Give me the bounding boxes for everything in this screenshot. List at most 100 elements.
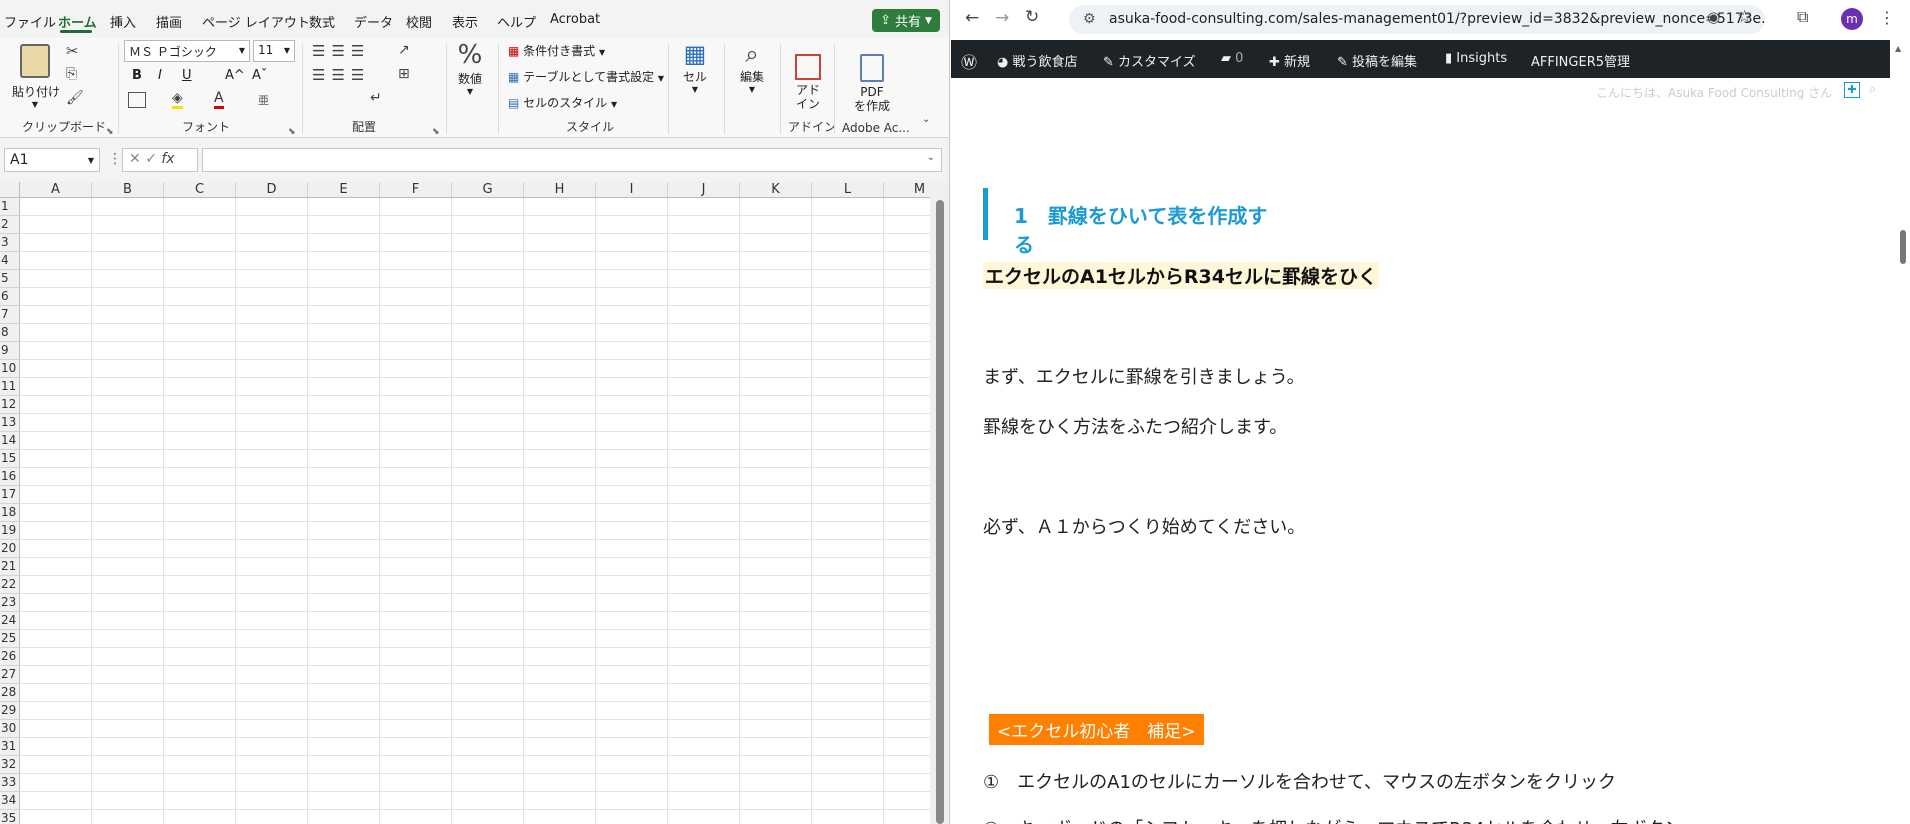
column-header[interactable]: H	[524, 182, 596, 198]
phonetic-icon[interactable]: 亜	[258, 92, 269, 108]
editing-button[interactable]: ⌕ 編集 ▼	[732, 40, 772, 94]
row-header[interactable]: 18	[0, 504, 20, 522]
row-header[interactable]: 30	[0, 720, 20, 738]
addins-button[interactable]: アド イン	[788, 40, 828, 125]
row-header[interactable]: 28	[0, 684, 20, 702]
row-header[interactable]: 1	[0, 198, 20, 216]
tab-draw[interactable]: 描画	[156, 12, 182, 31]
wordpress-icon[interactable]: Ⓦ	[961, 49, 977, 73]
address-bar[interactable]: ⚙ asuka-food-consulting.com/sales-manage…	[1069, 5, 1765, 34]
reload-icon[interactable]: ↻	[1025, 7, 1039, 27]
row-header[interactable]: 3	[0, 234, 20, 252]
launcher-icon[interactable]: ⬊	[432, 127, 440, 137]
cancel-icon[interactable]: ✕	[129, 151, 141, 167]
cut-icon[interactable]: ✂	[66, 42, 79, 60]
formula-input[interactable]: ⌄	[202, 148, 942, 172]
row-header[interactable]: 5	[0, 270, 20, 288]
bold-button[interactable]: B	[132, 68, 142, 83]
scroll-up-icon[interactable]: ▲	[1895, 44, 1901, 53]
row-header[interactable]: 10	[0, 360, 20, 378]
column-header[interactable]: J	[668, 182, 740, 198]
eye-off-icon[interactable]: ◉	[1707, 8, 1720, 26]
grow-font-button[interactable]: A^	[225, 68, 245, 83]
edit-post-link[interactable]: ✎ 投稿を編集	[1337, 51, 1417, 70]
tab-view[interactable]: 表示	[452, 12, 478, 31]
format-as-table-button[interactable]: ▦ テーブルとして書式設定 ▼	[508, 68, 664, 85]
column-header[interactable]: L	[812, 182, 884, 198]
row-header[interactable]: 9	[0, 342, 20, 360]
row-header[interactable]: 29	[0, 702, 20, 720]
row-header[interactable]: 27	[0, 666, 20, 684]
column-header[interactable]: D	[236, 182, 308, 198]
site-name-link[interactable]: ◕ 戦う飲食店	[997, 51, 1078, 70]
column-header[interactable]: E	[308, 182, 380, 198]
name-box[interactable]: A1 ▼	[4, 148, 100, 172]
affinger-link[interactable]: AFFINGER5管理	[1531, 51, 1630, 70]
row-header[interactable]: 34	[0, 792, 20, 810]
row-header[interactable]: 33	[0, 774, 20, 792]
font-family-select[interactable]: ＭＳ Ｐゴシック ▼	[124, 40, 250, 62]
back-icon[interactable]: ←	[965, 8, 979, 28]
search-icon[interactable]: ⌕	[1869, 82, 1876, 97]
format-painter-icon[interactable]: 🖌	[66, 90, 84, 106]
tab-review[interactable]: 校閲	[406, 12, 432, 31]
row-header[interactable]: 4	[0, 252, 20, 270]
page-scroll-thumb[interactable]	[1900, 230, 1906, 264]
row-header[interactable]: 2	[0, 216, 20, 234]
site-info-icon[interactable]: ⚙	[1083, 11, 1096, 27]
tab-acrobat[interactable]: Acrobat	[550, 12, 600, 27]
vertical-scroll-thumb[interactable]	[936, 200, 944, 824]
horizontal-align-icons[interactable]: ☰☰☰	[312, 66, 370, 84]
font-color-icon[interactable]: A	[214, 90, 224, 109]
merge-icon[interactable]: ⊞	[398, 66, 410, 82]
wrap-text-icon[interactable]: ↵	[370, 90, 382, 106]
paste-button[interactable]: 貼り付け ▼	[12, 44, 60, 109]
row-header[interactable]: 6	[0, 288, 20, 306]
column-header[interactable]: G	[452, 182, 524, 198]
row-header[interactable]: 16	[0, 468, 20, 486]
shrink-font-button[interactable]: Aˇ	[252, 68, 267, 83]
launcher-icon[interactable]: ⬊	[106, 127, 114, 137]
row-header[interactable]: 24	[0, 612, 20, 630]
row-header[interactable]: 19	[0, 522, 20, 540]
page-scrollbar[interactable]	[1890, 40, 1910, 824]
fill-color-icon[interactable]: ◈	[172, 90, 183, 109]
row-header[interactable]: 25	[0, 630, 20, 648]
customize-link[interactable]: ✎ カスタマイズ	[1103, 51, 1196, 70]
tab-file[interactable]: ファイル	[4, 12, 56, 31]
tab-help[interactable]: ヘルプ	[497, 12, 536, 31]
select-all-corner[interactable]	[0, 182, 20, 198]
row-header[interactable]: 13	[0, 414, 20, 432]
cell-styles-button[interactable]: ▤ セルのスタイル ▼	[508, 94, 617, 111]
tab-page-layout[interactable]: ページ レイアウト	[202, 12, 310, 31]
orientation-icon[interactable]: ↗	[398, 42, 410, 58]
vertical-align-icons[interactable]: ☰☰☰	[312, 42, 370, 60]
row-header[interactable]: 7	[0, 306, 20, 324]
star-icon[interactable]: ☆	[1737, 7, 1752, 27]
italic-button[interactable]: I	[158, 68, 162, 83]
number-format-button[interactable]: % 数値 ▼	[452, 40, 488, 96]
plus-square-icon[interactable]: ✚	[1844, 82, 1860, 98]
column-header[interactable]: C	[164, 182, 236, 198]
row-header[interactable]: 21	[0, 558, 20, 576]
row-header[interactable]: 35	[0, 810, 20, 824]
tab-formulas[interactable]: 数式	[309, 12, 335, 31]
borders-icon[interactable]	[128, 92, 146, 108]
row-header[interactable]: 32	[0, 756, 20, 774]
row-header[interactable]: 15	[0, 450, 20, 468]
row-header[interactable]: 11	[0, 378, 20, 396]
collapse-ribbon-icon[interactable]: ⌄	[922, 114, 930, 125]
worksheet-grid[interactable]: A B C D E F G H I J K L M 1 2 3 4 5 6 7 8 9 10 11 12 13 14 15 16 17 18…	[0, 182, 930, 824]
menu-icon[interactable]: ⋮	[1879, 8, 1895, 27]
copy-icon[interactable]: ⎘	[66, 66, 77, 82]
column-header[interactable]: F	[380, 182, 452, 198]
column-header[interactable]: K	[740, 182, 812, 198]
cells-button[interactable]: ▦ セル ▼	[676, 40, 714, 94]
row-header[interactable]: 22	[0, 576, 20, 594]
underline-button[interactable]: U	[182, 68, 192, 83]
tab-data[interactable]: データ	[354, 12, 393, 31]
tab-home[interactable]: ホーム	[58, 12, 97, 31]
row-header[interactable]: 8	[0, 324, 20, 342]
conditional-format-button[interactable]: ▦ 条件付き書式 ▼	[508, 42, 605, 59]
launcher-icon[interactable]: ⬊	[288, 127, 296, 137]
